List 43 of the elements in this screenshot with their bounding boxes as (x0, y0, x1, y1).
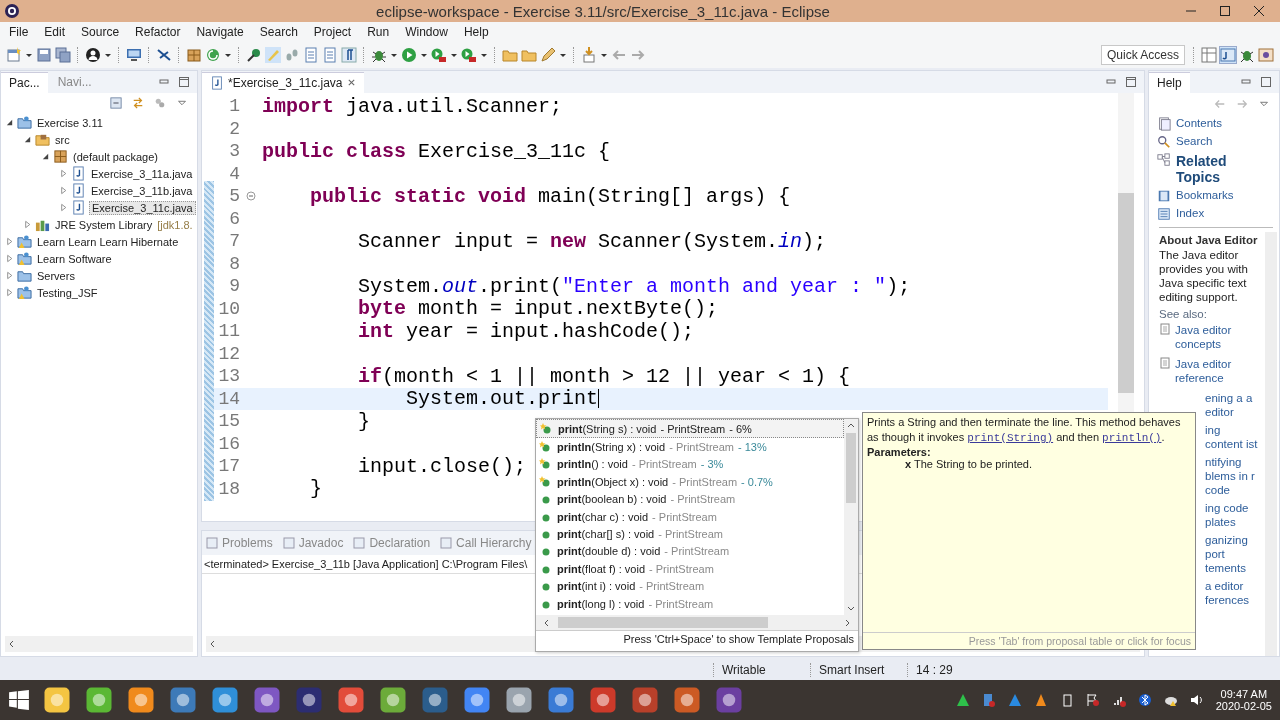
javadoc-text: Prints a String and then terminate the line. This method behaves as though it invokes print(String) and then println(). (867, 415, 1182, 446)
line-number: 11 (217, 321, 240, 342)
line-number: 4 (228, 163, 240, 184)
code-line: byte month = input.nextByte(); (357, 297, 719, 321)
code-line: input.close(); (357, 454, 527, 478)
proposals-hint: Press 'Ctrl+Space' to show Template Proposals (536, 630, 858, 651)
line-number: 15 (217, 411, 240, 432)
line-number: 16 (217, 433, 240, 454)
code-line: int year = input.hashCode(); (357, 319, 695, 343)
line-number: 3 (228, 141, 240, 162)
status-text: Smart Insert (810, 663, 907, 677)
javadoc-hint: Press 'Tab' from proposal table or click for focus (863, 632, 1195, 649)
line-number: 18 (217, 478, 240, 499)
line-number: 17 (217, 456, 240, 477)
section-title: About Java Editor (1159, 234, 1259, 246)
status-text: Writable (713, 663, 810, 677)
window-title: eclipse-workspace - Exercise 3.11/src/Exercise_3_11c.java - Eclipse (375, 2, 831, 20)
cursor-position: 14 : 29 (907, 663, 980, 677)
line-number: 12 (217, 343, 240, 364)
code-line: } (309, 477, 322, 501)
see-also-label: See also: (1159, 308, 1208, 320)
code-line: System.out.print (405, 387, 600, 411)
code-line: Scanner input = new Scanner(System.in); (357, 229, 827, 253)
line-number: 7 (228, 231, 240, 252)
jdk-version: [jdk1.8. (157, 218, 193, 231)
parameter-description: x The String to be printed. (904, 458, 1033, 470)
code-line: } (357, 409, 371, 433)
line-number: 14 (217, 388, 240, 409)
code-line: if(month < 1 || month > 12 || year < 1) { (357, 364, 851, 388)
line-number: 5 (228, 186, 240, 207)
line-number: 9 (228, 276, 240, 297)
code-line: import java.util.Scanner; (262, 94, 563, 118)
line-number: 1 (228, 96, 240, 117)
line-number: 10 (217, 298, 240, 319)
line-number: 13 (217, 366, 240, 387)
help-description: The Java editor provides you with Java specific text editing support. (1159, 248, 1249, 304)
line-number: 2 (228, 118, 240, 139)
code-line: public class Exercise_3_11c { (262, 139, 611, 163)
line-number: 6 (228, 208, 240, 229)
code-line: public static void main(String[] args) { (309, 184, 791, 208)
parameters-label: Parameters: (867, 446, 932, 458)
code-line: System.out.print("Enter a month and year : "); (357, 274, 911, 298)
line-number: 8 (228, 253, 240, 274)
